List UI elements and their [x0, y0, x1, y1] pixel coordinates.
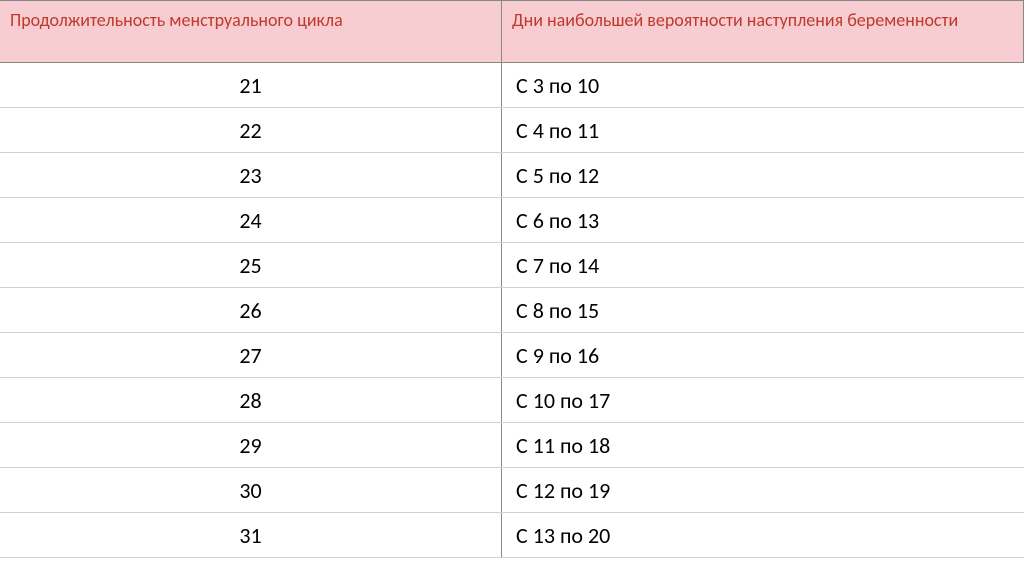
table-row: 23 С 5 по 12	[0, 153, 1024, 198]
cell-fertile-days: С 4 по 11	[502, 108, 1024, 153]
table-row: 25 С 7 по 14	[0, 243, 1024, 288]
cell-fertile-days: С 7 по 14	[502, 243, 1024, 288]
cell-fertile-days: С 5 по 12	[502, 153, 1024, 198]
fertility-table: Продолжительность менструального цикла Д…	[0, 0, 1024, 558]
cell-cycle-length: 26	[0, 288, 502, 333]
cell-fertile-days: С 3 по 10	[502, 63, 1024, 108]
table-row: 28 С 10 по 17	[0, 378, 1024, 423]
cell-cycle-length: 27	[0, 333, 502, 378]
table-row: 31 С 13 по 20	[0, 513, 1024, 558]
cell-fertile-days: С 9 по 16	[502, 333, 1024, 378]
table-row: 27 С 9 по 16	[0, 333, 1024, 378]
table-body: 21 С 3 по 10 22 С 4 по 11 23 С 5 по 12 2…	[0, 63, 1024, 558]
cell-fertile-days: С 13 по 20	[502, 513, 1024, 558]
cell-cycle-length: 29	[0, 423, 502, 468]
cell-cycle-length: 31	[0, 513, 502, 558]
cell-fertile-days: С 11 по 18	[502, 423, 1024, 468]
cell-cycle-length: 28	[0, 378, 502, 423]
cell-cycle-length: 30	[0, 468, 502, 513]
header-fertile-days: Дни наибольшей вероятности наступления б…	[502, 1, 1024, 63]
table-row: 26 С 8 по 15	[0, 288, 1024, 333]
cell-fertile-days: С 10 по 17	[502, 378, 1024, 423]
cell-cycle-length: 23	[0, 153, 502, 198]
table-row: 21 С 3 по 10	[0, 63, 1024, 108]
header-cycle-length: Продолжительность менструального цикла	[0, 1, 502, 63]
cell-cycle-length: 24	[0, 198, 502, 243]
cell-fertile-days: С 12 по 19	[502, 468, 1024, 513]
table-row: 30 С 12 по 19	[0, 468, 1024, 513]
cell-fertile-days: С 6 по 13	[502, 198, 1024, 243]
cell-cycle-length: 22	[0, 108, 502, 153]
cell-cycle-length: 25	[0, 243, 502, 288]
table-row: 24 С 6 по 13	[0, 198, 1024, 243]
table-row: 29 С 11 по 18	[0, 423, 1024, 468]
cell-fertile-days: С 8 по 15	[502, 288, 1024, 333]
table-row: 22 С 4 по 11	[0, 108, 1024, 153]
table-header-row: Продолжительность менструального цикла Д…	[0, 1, 1024, 63]
cell-cycle-length: 21	[0, 63, 502, 108]
